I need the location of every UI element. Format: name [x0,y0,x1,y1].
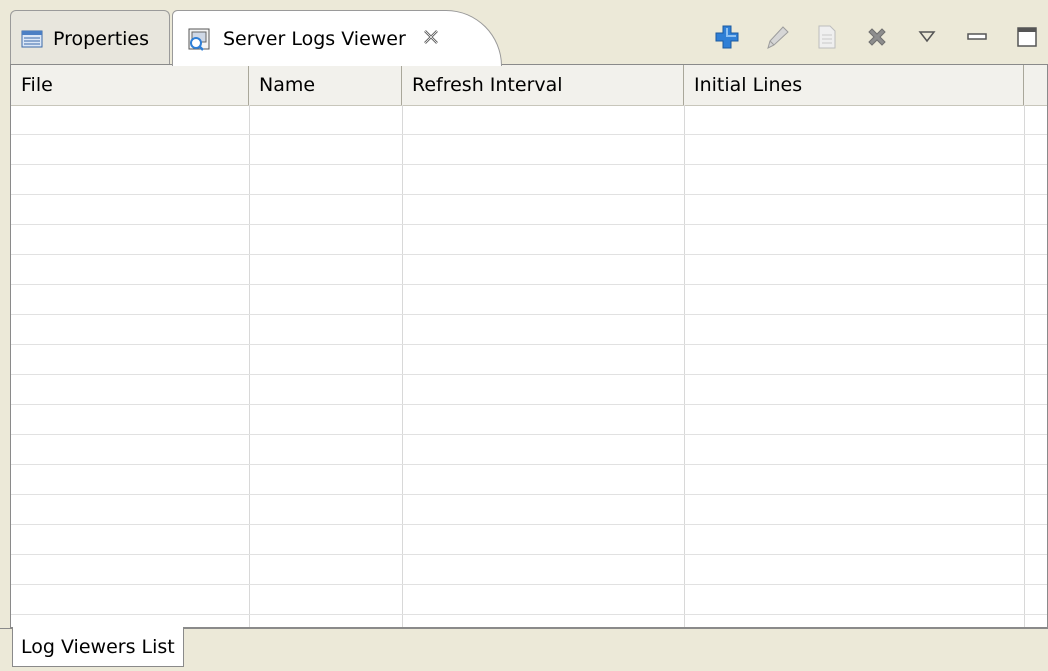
column-header-name-label: Name [259,74,316,96]
column-header-refresh-interval[interactable]: Refresh Interval [402,65,684,105]
column-header-initial-lines-label: Initial Lines [694,74,803,96]
delete-icon[interactable] [862,22,892,52]
column-header-refresh-interval-label: Refresh Interval [412,74,563,96]
properties-icon [21,29,43,49]
table-row[interactable] [11,225,1047,255]
column-header-name[interactable]: Name [249,65,402,105]
column-header-file-label: File [21,74,53,96]
tab-log-viewers-list[interactable]: Log Viewers List [12,627,184,667]
column-header-file[interactable]: File [11,65,249,105]
table-row[interactable] [11,465,1047,495]
tab-properties[interactable]: Properties [10,10,170,66]
maximize-icon[interactable] [1012,22,1042,52]
table-row[interactable] [11,195,1047,225]
tab-properties-label: Properties [53,27,150,50]
tab-server-logs-viewer[interactable]: Server Logs Viewer [172,10,502,66]
server-logs-icon [187,27,213,51]
bottom-tab-bar: Log Viewers List [0,627,1048,671]
add-icon[interactable] [712,22,742,52]
tab-server-logs-label: Server Logs Viewer [223,27,406,50]
table-row[interactable] [11,315,1047,345]
column-header-filler[interactable] [1024,65,1047,105]
table-row[interactable] [11,345,1047,375]
table-row[interactable] [11,375,1047,405]
table-row[interactable] [11,405,1047,435]
table-row[interactable] [11,135,1047,165]
table-row[interactable] [11,495,1047,525]
table-row[interactable] [11,555,1047,585]
copy-icon[interactable] [812,22,842,52]
view-toolbar [712,14,1048,60]
minimize-icon[interactable] [962,22,992,52]
view-tab-bar: Properties Server Logs Viewer [0,0,1048,66]
table-header: File Name Refresh Interval Initial Lines [11,65,1047,106]
tab-log-viewers-list-label: Log Viewers List [21,635,175,658]
table-row[interactable] [11,105,1047,135]
close-icon[interactable] [422,27,440,51]
view-menu-icon[interactable] [912,22,942,52]
table-row[interactable] [11,525,1047,555]
edit-icon[interactable] [762,22,792,52]
log-viewers-table[interactable]: File Name Refresh Interval Initial Lines [10,64,1048,628]
column-header-initial-lines[interactable]: Initial Lines [684,65,1024,105]
table-row[interactable] [11,435,1047,465]
table-row[interactable] [11,585,1047,615]
table-row[interactable] [11,165,1047,195]
table-row[interactable] [11,285,1047,315]
table-row[interactable] [11,255,1047,285]
